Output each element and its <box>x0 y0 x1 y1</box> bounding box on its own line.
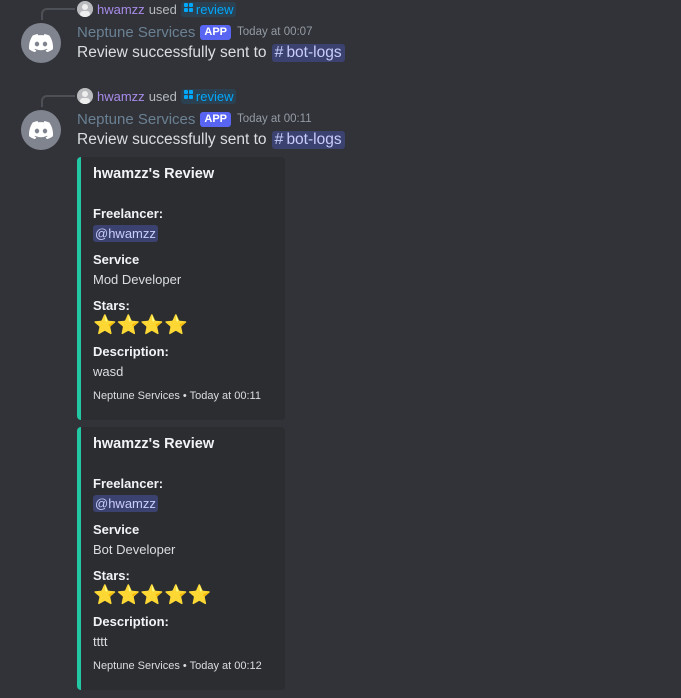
hash-icon: # <box>274 44 284 61</box>
embed-title: hwamzz's Review <box>93 166 215 182</box>
description-label: Description: <box>93 614 169 629</box>
review-embed: hwamzz's Review Freelancer: @hwamzz Serv… <box>77 157 285 420</box>
discord-logo-icon <box>29 121 53 139</box>
bot-username[interactable]: Neptune Services <box>77 111 195 128</box>
discord-logo-icon <box>29 34 53 52</box>
star-rating: ⭐⭐⭐⭐ <box>93 315 188 336</box>
freelancer-label: Freelancer: <box>93 476 164 491</box>
freelancer-label: Freelancer: <box>93 206 164 221</box>
slash-command-icon <box>183 3 193 15</box>
service-label: Service <box>93 522 140 537</box>
bot-username[interactable]: Neptune Services <box>77 24 195 41</box>
interaction-reply[interactable]: hwamzz used review <box>77 87 237 105</box>
freelancer-mention[interactable]: @hwamzz <box>93 225 158 242</box>
stars-label: Stars: <box>93 298 130 313</box>
service-value: Mod Developer <box>93 272 182 287</box>
slash-command[interactable]: review <box>180 88 237 104</box>
reply-used-label: used <box>148 1 177 17</box>
user-avatar-image <box>77 88 93 104</box>
app-badge: APP <box>200 24 232 40</box>
user-avatar-image <box>77 1 93 17</box>
channel-mention[interactable]: # bot-logs <box>271 44 345 62</box>
stars-label: Stars: <box>93 568 130 583</box>
description-value: wasd <box>93 364 124 379</box>
user-avatar-mini[interactable] <box>77 88 93 104</box>
message-content: Review successfully sent to # bot-logs <box>77 129 345 151</box>
message-timestamp[interactable]: Today at 00:07 <box>237 26 312 38</box>
message-header: Neptune Services APP Today at 00:07 <box>77 21 312 43</box>
slash-command[interactable]: review <box>180 1 237 17</box>
interaction-reply[interactable]: hwamzz used review <box>77 0 237 18</box>
slash-command-name[interactable]: review <box>196 2 234 17</box>
embed-footer: Neptune Services • Today at 00:12 <box>93 660 262 672</box>
embed-footer: Neptune Services • Today at 00:11 <box>93 390 261 402</box>
channel-name[interactable]: bot-logs <box>286 131 341 149</box>
message-header: Neptune Services APP Today at 00:11 <box>77 108 312 130</box>
service-value: Bot Developer <box>93 542 176 557</box>
message-timestamp[interactable]: Today at 00:11 <box>237 113 312 125</box>
slash-command-name[interactable]: review <box>196 89 234 104</box>
bot-avatar[interactable] <box>21 110 61 150</box>
channel-name[interactable]: bot-logs <box>286 44 341 62</box>
embed-title: hwamzz's Review <box>93 436 215 452</box>
review-embed: hwamzz's Review Freelancer: @hwamzz Serv… <box>77 427 285 690</box>
star-rating: ⭐⭐⭐⭐⭐ <box>93 585 212 606</box>
app-badge: APP <box>200 111 232 127</box>
hash-icon: # <box>274 131 284 148</box>
reply-connector <box>41 8 75 20</box>
service-label: Service <box>93 252 140 267</box>
reply-connector <box>41 95 75 107</box>
channel-mention[interactable]: # bot-logs <box>271 131 345 149</box>
reply-used-label: used <box>148 88 177 104</box>
user-avatar-mini[interactable] <box>77 1 93 17</box>
reply-username[interactable]: hwamzz <box>97 2 145 17</box>
bot-avatar[interactable] <box>21 23 61 63</box>
message-text: Review successfully sent to <box>77 131 267 148</box>
description-label: Description: <box>93 344 169 359</box>
message-text: Review successfully sent to <box>77 44 267 61</box>
description-value: tttt <box>93 634 108 649</box>
message-content: Review successfully sent to # bot-logs <box>77 42 345 64</box>
reply-username[interactable]: hwamzz <box>97 89 145 104</box>
slash-command-icon <box>183 90 193 102</box>
freelancer-mention[interactable]: @hwamzz <box>93 495 158 512</box>
